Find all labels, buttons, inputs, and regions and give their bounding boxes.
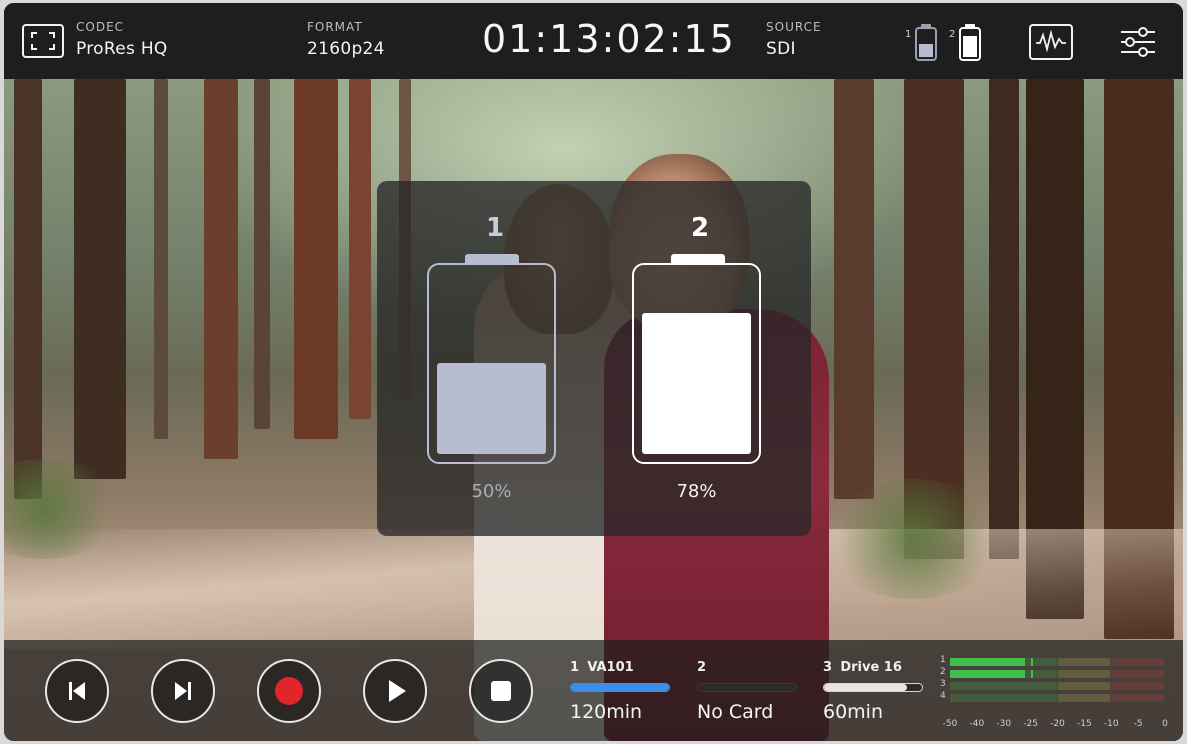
audio-channel-label: 3: [940, 679, 946, 689]
source-value: SDI: [766, 39, 796, 59]
slot-3-header: 3 Drive 16: [823, 660, 923, 678]
scopes-waveform-icon[interactable]: [1028, 23, 1074, 61]
battery-1-fill: [437, 363, 546, 454]
audio-scale-tick: -5: [1133, 719, 1143, 729]
audio-scale-tick: -10: [1103, 719, 1119, 729]
battery-1-title: 1: [486, 213, 505, 243]
audio-meter-channel-2: 2: [940, 667, 1165, 678]
audio-meter-zone: [1057, 694, 1111, 702]
settings-sliders-icon[interactable]: [1118, 23, 1158, 61]
bottom-control-bar: 1 VA101 120min 2 No Card 3 Drive 16 60mi…: [4, 640, 1183, 741]
audio-meter-zone: [1057, 658, 1111, 666]
source-group[interactable]: SOURCE SDI: [766, 20, 822, 59]
audio-meter-level: [950, 658, 1026, 666]
audio-meter-zone: [950, 682, 1057, 690]
audio-meter-level: [950, 670, 1026, 678]
battery-2-icon[interactable]: [958, 23, 982, 61]
slot-2-remaining: No Card: [697, 701, 774, 723]
audio-meters[interactable]: 1 2 3 4 -50 -40 -30 -25 -20 -15 -10 -5 0: [940, 655, 1170, 736]
audio-scale-tick: -15: [1077, 719, 1092, 729]
slot-2-number: 2: [697, 660, 707, 675]
slot-3-remaining: 60min: [823, 701, 884, 723]
battery-1-icon[interactable]: [914, 23, 938, 61]
slot-3-capacity-fill: [824, 684, 908, 691]
audio-meter-peak: [1031, 670, 1034, 678]
audio-meter-channel-1: 1: [940, 655, 1165, 666]
battery-2-title: 2: [691, 213, 710, 243]
battery-1-percent: 50%: [471, 481, 512, 502]
slot-3-number: 3: [823, 660, 833, 675]
audio-meter-zone: [1111, 694, 1164, 702]
timecode-display: 01:13:02:15: [482, 17, 736, 61]
media-slot-1[interactable]: 1 VA101 120min: [570, 660, 670, 723]
skip-previous-button[interactable]: [45, 659, 109, 723]
stop-button[interactable]: [469, 659, 533, 723]
slot-1-number: 1: [570, 660, 580, 675]
battery-2-gauge: [632, 263, 761, 464]
play-icon: [389, 680, 406, 702]
audio-channel-label: 1: [940, 655, 946, 665]
skip-next-icon: [175, 682, 191, 700]
slot-1-capacity-fill: [571, 684, 669, 691]
audio-meter-zone: [1057, 682, 1111, 690]
audio-meter-scale: -50 -40 -30 -25 -20 -15 -10 -5 0: [943, 719, 1168, 731]
slot-1-header: 1 VA101: [570, 660, 670, 678]
slot-1-name: VA101: [587, 660, 634, 675]
audio-scale-tick: -40: [969, 719, 985, 729]
audio-scale-tick: 0: [1162, 719, 1168, 729]
skip-previous-icon: [69, 682, 85, 700]
media-slot-2[interactable]: 2 No Card: [697, 660, 797, 723]
audio-meter-zone: [1111, 682, 1164, 690]
slot-2-header: 2: [697, 660, 797, 678]
battery-status-panel: 1 50% 2 78%: [377, 181, 811, 536]
slot-3-name: Drive 16: [840, 660, 902, 675]
slot-2-capacity-bar: [697, 683, 797, 692]
top-status-bar: CODEC ProRes HQ FORMAT 2160p24 01:13:02:…: [4, 3, 1183, 79]
audio-meter-channel-4: 4: [940, 691, 1165, 702]
slot-1-capacity-bar: [570, 683, 670, 692]
battery-2-fill: [642, 313, 751, 454]
format-label: FORMAT: [307, 20, 363, 34]
battery-2-percent: 78%: [676, 481, 717, 502]
audio-meter-zone: [1111, 670, 1164, 678]
audio-meter-zone: [1057, 670, 1111, 678]
audio-scale-tick: -50: [942, 719, 958, 729]
slot-1-remaining: 120min: [570, 701, 643, 723]
stop-icon: [491, 681, 511, 701]
slot-3-capacity-bar: [823, 683, 923, 692]
audio-scale-tick: -20: [1050, 719, 1065, 729]
audio-meter-zone: [1111, 658, 1164, 666]
battery-1-number: 1: [905, 29, 912, 40]
codec-label: CODEC: [76, 20, 125, 34]
format-group[interactable]: FORMAT 2160p24: [307, 20, 385, 59]
record-icon: [275, 677, 303, 705]
fullscreen-frame-icon[interactable]: [22, 24, 64, 58]
source-label: SOURCE: [766, 20, 822, 34]
recorder-screen: CODEC ProRes HQ FORMAT 2160p24 01:13:02:…: [4, 3, 1183, 741]
record-button[interactable]: [257, 659, 321, 723]
audio-meter-peak: [1031, 658, 1034, 666]
audio-channel-label: 2: [940, 667, 946, 677]
codec-value: ProRes HQ: [76, 39, 168, 59]
media-slot-3[interactable]: 3 Drive 16 60min: [823, 660, 923, 723]
skip-next-button[interactable]: [151, 659, 215, 723]
audio-meter-channel-3: 3: [940, 679, 1165, 690]
audio-scale-tick: -25: [1023, 719, 1038, 729]
codec-group[interactable]: CODEC ProRes HQ: [76, 20, 168, 59]
battery-1-gauge: [427, 263, 556, 464]
audio-meter-zone: [950, 694, 1057, 702]
battery-2-number: 2: [949, 29, 956, 40]
audio-channel-label: 4: [940, 691, 946, 701]
audio-scale-tick: -30: [996, 719, 1012, 729]
format-value: 2160p24: [307, 39, 385, 59]
play-button[interactable]: [363, 659, 427, 723]
